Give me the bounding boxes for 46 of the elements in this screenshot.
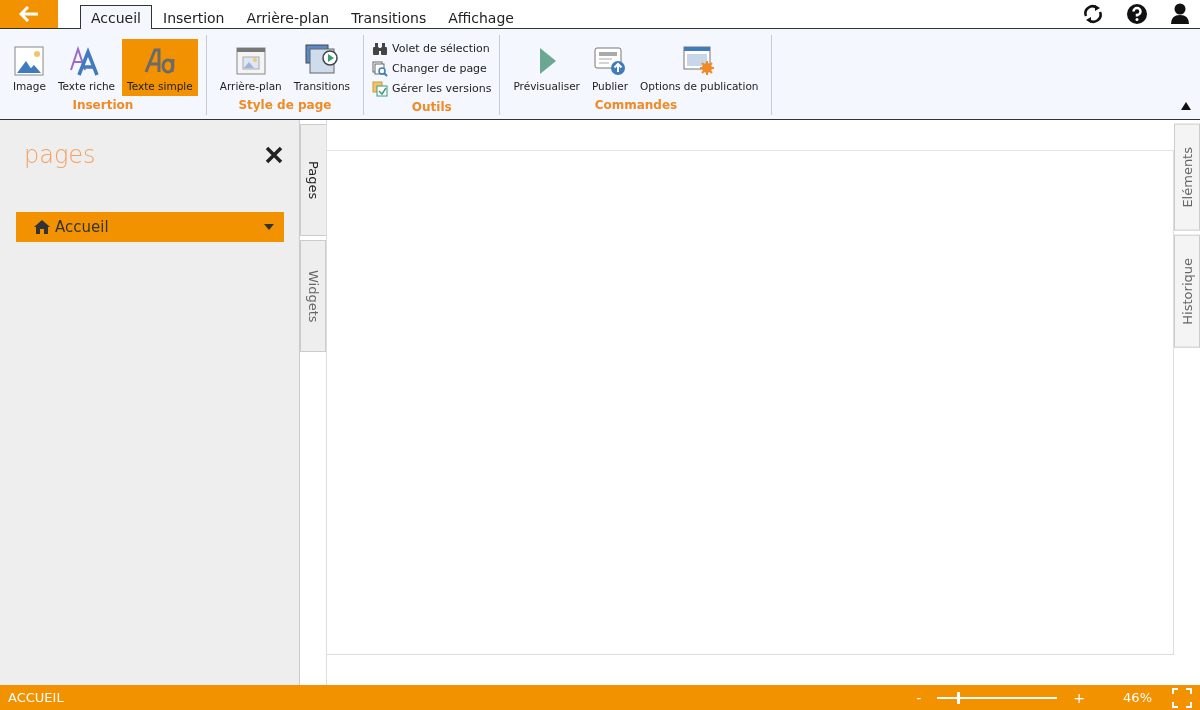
ribbon-button[interactable]: Texte riche <box>52 39 121 96</box>
side-tab[interactable]: Eléments <box>1174 124 1200 231</box>
side-tab[interactable]: Historique <box>1174 234 1200 348</box>
menu-tab[interactable]: Accueil <box>80 5 152 29</box>
group-title: Style de page <box>238 98 332 112</box>
zoom-percentage: 46% <box>1123 690 1152 705</box>
help-icon[interactable] <box>1126 3 1148 25</box>
group-title: Insertion <box>72 98 134 112</box>
upload-document-icon <box>593 46 626 76</box>
ribbon-button[interactable]: Transitions <box>288 39 355 96</box>
refresh-icon[interactable] <box>1082 3 1104 25</box>
ribbon-button[interactable]: Changer de page <box>372 59 492 78</box>
caret-icon <box>264 224 274 230</box>
menu-tab[interactable]: Insertion <box>152 5 236 29</box>
home-icon <box>34 220 50 234</box>
side-tab[interactable]: Widgets <box>300 240 326 352</box>
group-title: Outils <box>411 100 452 114</box>
letters-icon <box>142 46 177 76</box>
ribbon-button[interactable]: Arrière-plan <box>214 39 287 96</box>
ribbon-button[interactable]: Texte simple <box>122 39 198 96</box>
slider-thumb[interactable] <box>956 691 960 704</box>
collapse-triangle-icon[interactable] <box>1180 101 1192 111</box>
current-page-label: ACCUEIL <box>8 690 64 705</box>
ribbon-button[interactable]: Image <box>8 39 51 96</box>
close-icon[interactable] <box>265 146 283 164</box>
side-tab[interactable]: Pages <box>300 124 326 236</box>
page-dropdown[interactable]: Accueil <box>16 212 284 242</box>
pages-check-icon <box>372 80 388 97</box>
menu-tab[interactable]: Transitions <box>340 5 438 29</box>
ribbon-button[interactable]: Prévisualiser <box>508 39 585 96</box>
panel-title: pages <box>24 141 96 169</box>
slides-play-icon <box>304 44 339 76</box>
menu-tab[interactable]: Arrière-plan <box>235 5 341 29</box>
ribbon-button[interactable]: Options de publication <box>635 39 764 96</box>
window-gear-icon <box>683 46 716 76</box>
back-arrow-icon <box>19 6 39 22</box>
user-icon[interactable] <box>1170 3 1190 25</box>
pages-search-icon <box>372 60 388 77</box>
binoculars-icon <box>372 41 388 56</box>
window-image-icon <box>235 46 266 76</box>
menu-tab[interactable]: Affichage <box>437 5 525 29</box>
group-title: Commandes <box>594 98 678 112</box>
ribbon-button[interactable]: Publier <box>586 39 633 96</box>
ribbon-button[interactable]: Volet de sélection <box>372 39 492 58</box>
image-icon <box>14 46 45 76</box>
ribbon-button[interactable]: Gérer les versions <box>372 79 492 98</box>
